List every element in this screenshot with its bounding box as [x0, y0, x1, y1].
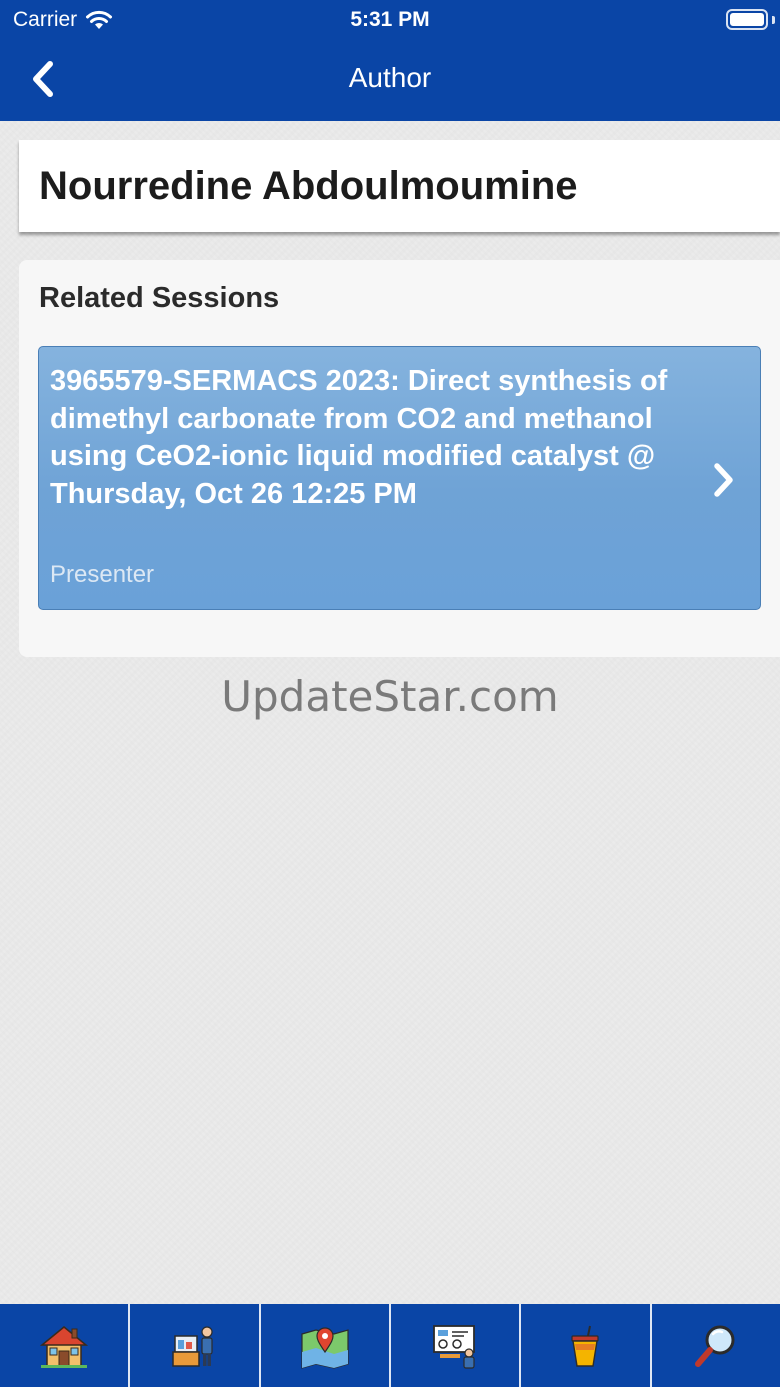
related-sessions-panel: Related Sessions 3965579-SERMACS 2023: D…: [19, 260, 780, 657]
tab-search[interactable]: [649, 1304, 780, 1387]
tab-drinks[interactable]: [519, 1304, 649, 1387]
map-icon: [301, 1326, 349, 1369]
battery-nub: [772, 16, 775, 24]
session-title: 3965579-SERMACS 2023: Direct synthesis o…: [50, 365, 668, 510]
exhibitor-icon: [172, 1325, 214, 1367]
chevron-right-icon: [714, 463, 733, 497]
author-name: Nourredine Abdoulmoumine: [39, 164, 578, 208]
tab-exhibitors[interactable]: [128, 1304, 258, 1387]
tab-presentations[interactable]: [388, 1304, 519, 1387]
battery-icon: [726, 9, 768, 30]
session-role: Presenter: [50, 561, 155, 588]
bottom-tab-bar: [0, 1304, 780, 1387]
presentation-icon: [433, 1324, 476, 1369]
tab-home[interactable]: [0, 1304, 128, 1387]
author-name-card: Nourredine Abdoulmoumine: [19, 140, 780, 232]
home-icon: [40, 1325, 89, 1368]
session-list-item[interactable]: 3965579-SERMACS 2023: Direct synthesis o…: [38, 346, 761, 610]
search-icon: [694, 1325, 735, 1367]
status-time: 5:31 PM: [350, 8, 430, 31]
related-sessions-heading: Related Sessions: [39, 282, 280, 314]
top-navigation-bar: Carrier 5:31 PM Author: [0, 0, 780, 121]
drink-icon: [571, 1325, 600, 1367]
watermark: UpdateStar.com: [221, 672, 559, 721]
page-title: Author: [348, 62, 432, 93]
tab-map[interactable]: [258, 1304, 389, 1387]
